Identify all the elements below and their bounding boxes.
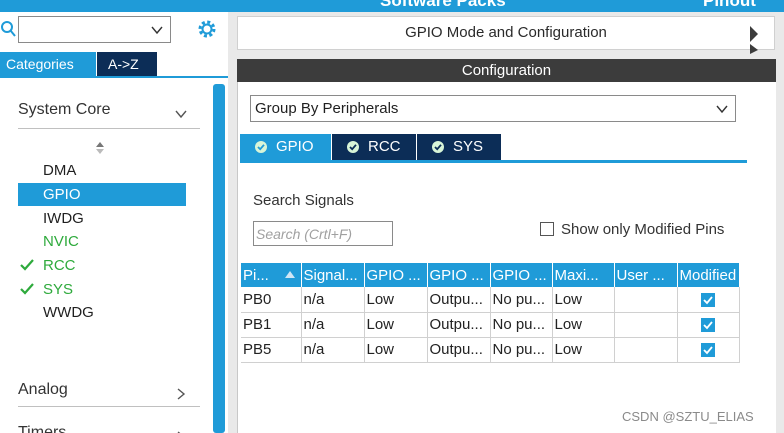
modified-cell — [677, 337, 740, 363]
chevron-down-icon — [175, 110, 187, 119]
gear-icon[interactable] — [196, 18, 218, 40]
checkbox-checked-icon[interactable] — [701, 318, 715, 333]
category-tabs: Categories A->Z — [0, 52, 228, 78]
table-cell: Outpu... — [427, 287, 491, 313]
list-item-gpio[interactable]: GPIO — [18, 183, 186, 206]
peripheral-tabs: GPIO RCC SYS — [240, 134, 747, 163]
table-cell — [614, 337, 678, 363]
category-timers[interactable]: Timers — [18, 424, 190, 433]
table-cell — [614, 287, 678, 313]
tab-a-z[interactable]: A->Z — [97, 52, 157, 76]
table-cell: Low — [364, 337, 428, 363]
list-item-nvic[interactable]: NVIC — [18, 230, 186, 253]
mode-title: GPIO Mode and Configuration — [237, 16, 775, 50]
configuration-body: Group By Peripherals GPIO RCC SYS Search… — [237, 82, 776, 433]
search-combo[interactable] — [18, 16, 171, 43]
column-header[interactable]: GPIO ... — [490, 263, 553, 287]
watermark-text: CSDN @SZTU_ELIAS — [622, 409, 754, 424]
table-cell: No pu... — [490, 287, 553, 313]
category-label: Analog — [18, 381, 68, 398]
sort-asc-icon — [284, 271, 295, 278]
checkbox-checked-icon[interactable] — [701, 292, 715, 307]
list-item-dma[interactable]: DMA — [18, 159, 186, 182]
list-item-iwdg[interactable]: IWDG — [18, 207, 186, 230]
category-label: Timers — [18, 424, 67, 433]
sort-icon[interactable] — [94, 140, 106, 156]
list-item-sys[interactable]: SYS — [18, 278, 186, 301]
modified-cell — [677, 312, 740, 338]
table-cell: PB0 — [241, 287, 302, 313]
column-header[interactable]: GPIO ... — [427, 263, 491, 287]
check-circle-icon — [432, 141, 444, 153]
tab-gpio[interactable]: GPIO — [240, 134, 331, 160]
right-panel: GPIO Mode and Configuration Configuratio… — [228, 12, 784, 433]
table-cell: n/a — [301, 337, 365, 363]
table-cell: Low — [364, 312, 428, 338]
chevron-down-icon — [716, 105, 728, 114]
table-cell: Low — [552, 337, 615, 363]
checkbox-checked-icon[interactable] — [701, 343, 715, 358]
table-row[interactable]: PB5 n/a Low Outpu... No pu... Low — [241, 337, 740, 363]
check-icon — [20, 259, 34, 271]
collapse-arrow-icon[interactable] — [748, 26, 758, 54]
category-label: System Core — [18, 101, 111, 118]
signals-table: Pi... Signal... GPIO ... GPIO ... GPIO .… — [241, 263, 740, 363]
top-banner: Software Packs Pinout — [0, 0, 784, 12]
column-header[interactable]: GPIO ... — [364, 263, 428, 287]
configuration-header: Configuration — [237, 59, 776, 82]
left-panel: Categories A->Z System Core DMA GPIO IWD… — [0, 12, 228, 433]
column-header[interactable]: Pi... — [241, 263, 302, 287]
column-header[interactable]: Maxi... — [552, 263, 615, 287]
list-item-wwdg[interactable]: WWDG — [18, 301, 186, 324]
table-cell: No pu... — [490, 337, 553, 363]
divider — [18, 128, 200, 129]
show-modified-label: Show only Modified Pins — [561, 221, 725, 238]
group-by-select[interactable]: Group By Peripherals — [250, 95, 736, 122]
pinout-menu[interactable]: Pinout — [703, 0, 756, 11]
software-packs-menu[interactable]: Software Packs — [380, 0, 506, 11]
table-cell: Outpu... — [427, 337, 491, 363]
search-signals-label: Search Signals — [253, 192, 354, 209]
tab-rcc[interactable]: RCC — [332, 134, 416, 160]
modified-cell — [677, 287, 740, 313]
table-cell: No pu... — [490, 312, 553, 338]
check-circle-icon — [347, 141, 359, 153]
chevron-down-icon — [151, 26, 163, 35]
check-icon — [20, 283, 34, 295]
table-cell: Outpu... — [427, 312, 491, 338]
tab-sys[interactable]: SYS — [417, 134, 501, 160]
category-system-core[interactable]: System Core — [18, 101, 190, 131]
table-cell: PB1 — [241, 312, 302, 338]
table-cell — [614, 312, 678, 338]
table-cell: Low — [552, 312, 615, 338]
table-cell: n/a — [301, 312, 365, 338]
scrollbar[interactable] — [213, 84, 225, 433]
table-header-row: Pi... Signal... GPIO ... GPIO ... GPIO .… — [241, 263, 740, 287]
table-cell: PB5 — [241, 337, 302, 363]
table-cell: Low — [552, 287, 615, 313]
show-modified-checkbox[interactable] — [540, 222, 554, 236]
chevron-right-icon — [177, 388, 186, 400]
table-row[interactable]: PB1 n/a Low Outpu... No pu... Low — [241, 312, 740, 338]
divider — [18, 406, 200, 407]
search-icon[interactable] — [0, 20, 18, 40]
check-circle-icon — [255, 141, 267, 153]
column-header[interactable]: Modified — [677, 263, 740, 287]
list-item-rcc[interactable]: RCC — [18, 254, 186, 277]
search-signals-input[interactable] — [253, 221, 393, 246]
column-header[interactable]: User ... — [614, 263, 678, 287]
table-cell: Low — [364, 287, 428, 313]
table-cell: n/a — [301, 287, 365, 313]
table-row[interactable]: PB0 n/a Low Outpu... No pu... Low — [241, 287, 740, 313]
column-header[interactable]: Signal... — [301, 263, 365, 287]
tab-categories[interactable]: Categories — [0, 52, 96, 76]
